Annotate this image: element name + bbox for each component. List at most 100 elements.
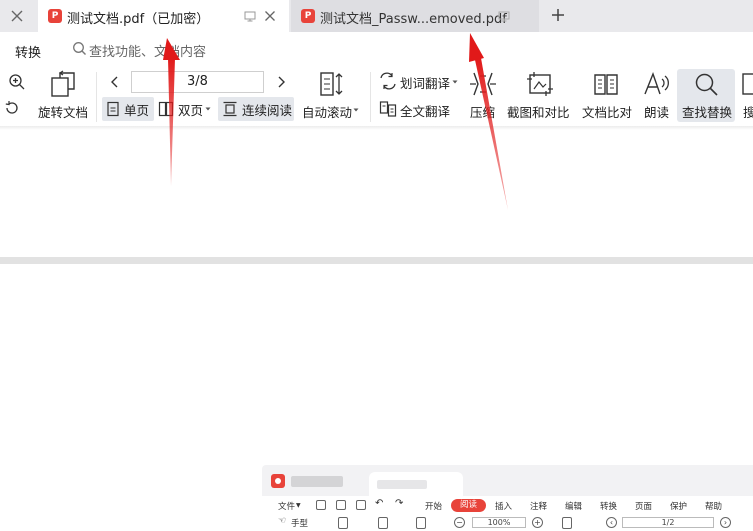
rotate-document-label: 旋转文档 bbox=[38, 105, 89, 120]
tab-removed-password-document[interactable]: P 测试文档_Passw...emoved.pdf bbox=[291, 0, 539, 32]
read-aloud-label: 朗读 bbox=[644, 105, 670, 120]
compress-button[interactable]: 压缩 bbox=[466, 66, 500, 124]
screenshot-icon bbox=[527, 72, 553, 96]
tab-title: 测试文档.pdf（已加密） bbox=[67, 12, 210, 27]
embedded-screenshot: 文件 ▼ ↶ ↷ 开始 阅读 插入 注释 编辑 转换 页面 保护 帮助 ☜ 手型… bbox=[262, 465, 753, 531]
chevron-down-icon bbox=[353, 108, 359, 112]
page-separator bbox=[0, 257, 753, 264]
embedded-menu-convert: 转换 bbox=[600, 502, 618, 512]
menu-convert[interactable]: 转换 bbox=[15, 42, 41, 61]
embedded-menu-protect: 保护 bbox=[670, 502, 688, 512]
embedded-menu-bar: 文件 ▼ ↶ ↷ 开始 阅读 插入 注释 编辑 转换 页面 保护 帮助 bbox=[262, 496, 753, 514]
continuous-reading-icon bbox=[223, 101, 237, 117]
tab-encrypted-document[interactable]: P 测试文档.pdf（已加密） bbox=[38, 0, 289, 32]
divider bbox=[96, 72, 97, 122]
embedded-toolbar: ☜ 手型 − 100% + ‹ 1/2 › bbox=[262, 514, 753, 531]
chevron-down-icon: ▼ bbox=[296, 502, 301, 509]
next-page-icon[interactable] bbox=[275, 75, 287, 89]
doc-icon bbox=[742, 73, 753, 95]
document-compare-icon bbox=[594, 74, 618, 95]
play-icon bbox=[416, 517, 426, 529]
page-icon bbox=[338, 517, 348, 529]
zoom-out-icon: − bbox=[454, 517, 465, 528]
embedded-menu-annotate: 注释 bbox=[530, 502, 548, 512]
search-icon[interactable] bbox=[72, 41, 87, 56]
single-page-label: 单页 bbox=[124, 102, 150, 118]
word-translate-button[interactable]: 划词翻译 bbox=[377, 70, 459, 94]
tab-bar: P 测试文档.pdf（已加密） P 测试文档_Passw...emoved.pd… bbox=[0, 0, 753, 32]
open-icon bbox=[316, 500, 326, 510]
full-translate-label: 全文翻译 bbox=[400, 104, 451, 119]
app-logo-icon bbox=[271, 474, 285, 488]
menu-row: 转换 查找功能、文档内容 bbox=[0, 32, 753, 66]
zoom-in-icon: + bbox=[532, 517, 543, 528]
read-aloud-button[interactable]: 朗读 bbox=[639, 66, 673, 124]
new-tab-icon[interactable] bbox=[550, 7, 566, 23]
prev-page-icon[interactable] bbox=[109, 75, 121, 89]
search-input[interactable]: 查找功能、文档内容 bbox=[89, 41, 206, 60]
compress-icon bbox=[470, 72, 496, 96]
embedded-menu-file: 文件 bbox=[278, 502, 296, 512]
print-icon bbox=[356, 500, 366, 510]
redacted-tab-title bbox=[377, 480, 427, 489]
pdf-icon: P bbox=[48, 9, 62, 23]
tab-title: 测试文档_Passw...emoved.pdf bbox=[320, 12, 507, 27]
chevron-down-icon bbox=[452, 80, 458, 84]
save-icon bbox=[336, 500, 346, 510]
rotate-small-icon[interactable] bbox=[4, 100, 20, 116]
toolbar: 旋转文档 3/8 单页 双页 连续阅读 自动滚动 划词翻译 全文翻译 压缩 截图… bbox=[0, 66, 753, 126]
full-translate-button[interactable]: 全文翻译 bbox=[377, 97, 459, 121]
screenshot-compare-button[interactable]: 截图和对比 bbox=[505, 66, 575, 124]
embedded-page-input: 1/2 bbox=[622, 517, 714, 528]
auto-scroll-button[interactable]: 自动滚动 bbox=[300, 66, 362, 124]
close-icon[interactable] bbox=[8, 7, 26, 25]
double-page-button[interactable]: 双页 bbox=[156, 97, 216, 121]
continuous-reading-label: 连续阅读 bbox=[242, 102, 293, 118]
redo-icon: ↷ bbox=[395, 498, 404, 509]
undo-icon: ↶ bbox=[375, 498, 384, 509]
pdf-icon: P bbox=[301, 9, 315, 23]
screenshot-compare-label: 截图和对比 bbox=[507, 105, 570, 120]
zoom-in-icon[interactable] bbox=[8, 73, 26, 91]
find-replace-button[interactable]: 查找替换 bbox=[677, 69, 735, 122]
single-page-icon bbox=[107, 101, 119, 117]
word-translate-label: 划词翻译 bbox=[400, 76, 451, 91]
chevron-down-icon bbox=[205, 107, 211, 111]
double-page-icon bbox=[158, 101, 174, 117]
translate-icon bbox=[380, 72, 396, 90]
toolbar-shadow bbox=[0, 126, 753, 130]
document-compare-label: 文档比对 bbox=[582, 105, 633, 120]
embedded-zoom-input: 100% bbox=[472, 517, 526, 528]
embedded-menu-help: 帮助 bbox=[705, 502, 723, 512]
find-replace-label: 查找替换 bbox=[682, 105, 733, 120]
screen-icon[interactable] bbox=[244, 11, 256, 22]
close-tab-icon[interactable] bbox=[264, 10, 276, 22]
search-icon bbox=[695, 73, 718, 96]
fit-icon bbox=[562, 517, 572, 529]
more-tool-button[interactable]: 搜 bbox=[740, 66, 753, 124]
embedded-hand-label: 手型 bbox=[291, 519, 309, 529]
rotate-document-button[interactable]: 旋转文档 bbox=[34, 66, 92, 124]
embedded-menu-home: 开始 bbox=[425, 502, 443, 512]
auto-scroll-label: 自动滚动 bbox=[302, 105, 353, 120]
embedded-menu-edit: 编辑 bbox=[565, 502, 583, 512]
compress-label: 压缩 bbox=[470, 105, 496, 120]
double-page-label: 双页 bbox=[178, 102, 204, 118]
next-page-icon: › bbox=[720, 517, 731, 528]
rotate-document-icon bbox=[51, 70, 75, 97]
prev-page-icon: ‹ bbox=[606, 517, 617, 528]
continuous-reading-button[interactable]: 连续阅读 bbox=[218, 97, 294, 121]
more-tool-label: 搜 bbox=[743, 105, 753, 120]
full-translate-icon bbox=[379, 101, 397, 117]
single-page-button[interactable]: 单页 bbox=[102, 97, 154, 121]
auto-scroll-icon bbox=[320, 72, 343, 96]
read-aloud-icon bbox=[644, 72, 669, 95]
document-compare-button[interactable]: 文档比对 bbox=[579, 66, 635, 124]
embedded-menu-read: 阅读 bbox=[451, 499, 486, 512]
divider bbox=[370, 72, 371, 122]
redacted-title bbox=[291, 476, 343, 487]
page-number-input[interactable]: 3/8 bbox=[131, 71, 264, 93]
embedded-menu-page: 页面 bbox=[635, 502, 653, 512]
screen-icon[interactable] bbox=[498, 11, 510, 22]
rotate-icon bbox=[378, 517, 388, 529]
